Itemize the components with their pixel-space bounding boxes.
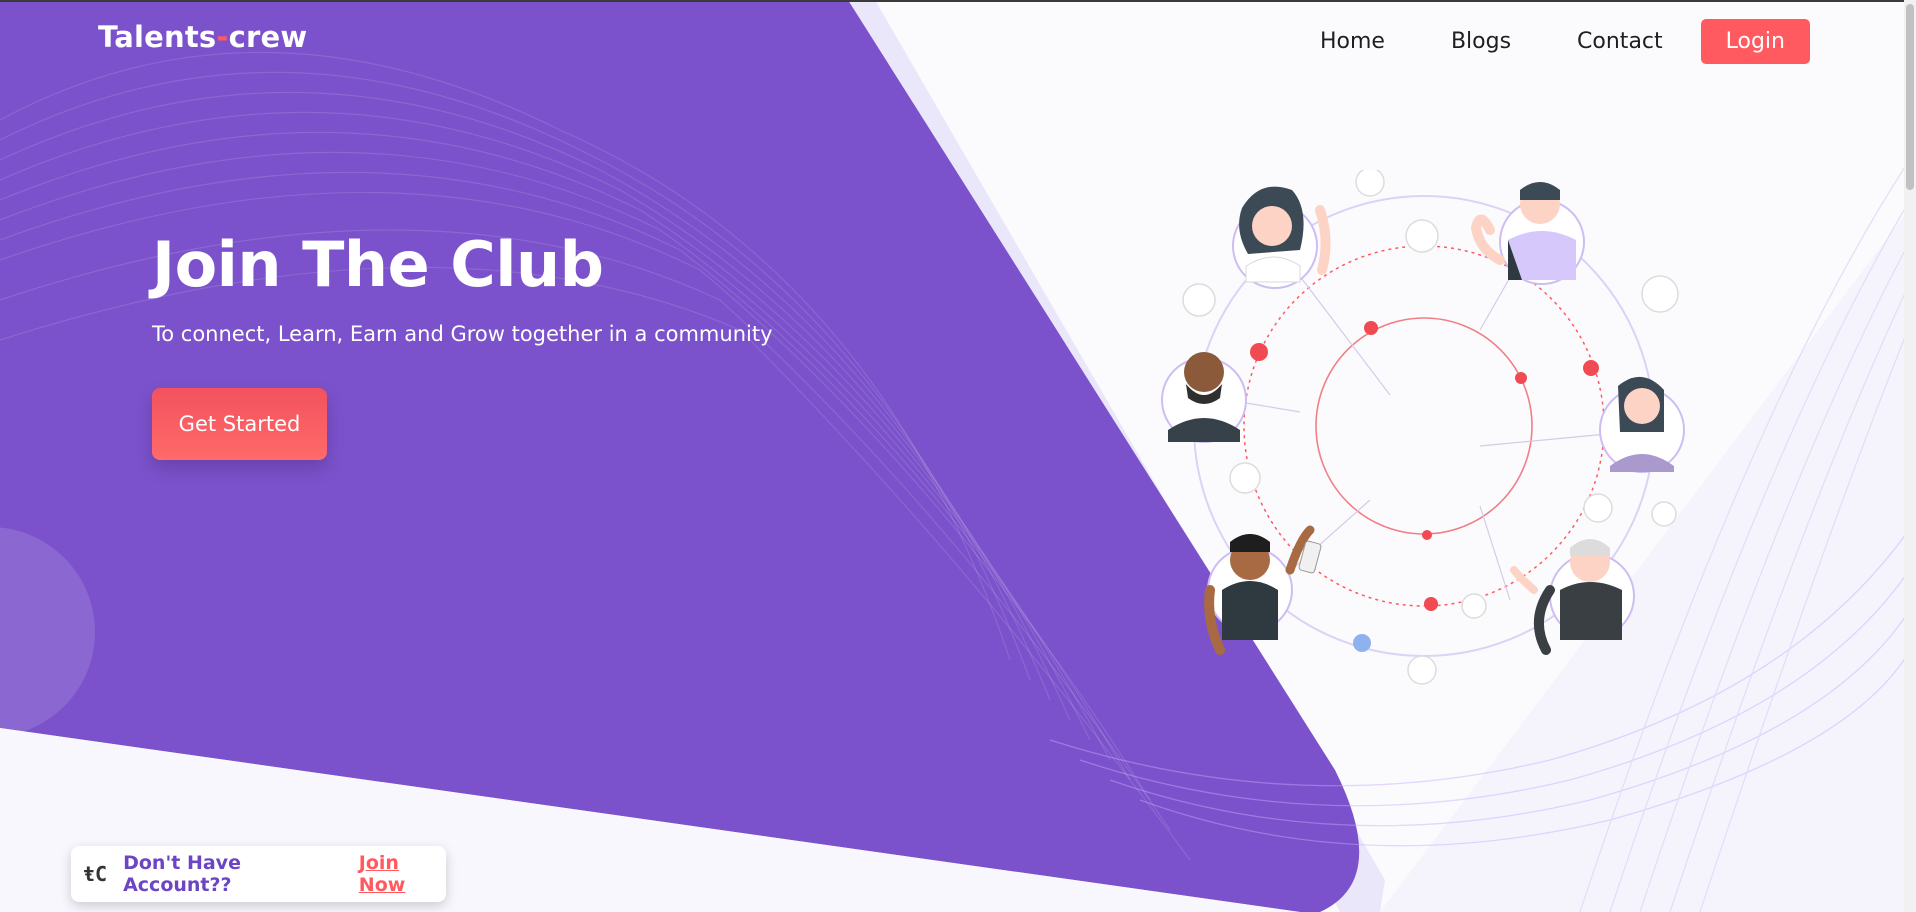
avatar-top-right: [1470, 182, 1585, 285]
brand-name-part2: crew: [228, 20, 308, 54]
join-now-card: ŧC Don't Have Account?? Join Now: [71, 846, 446, 902]
brand-logo[interactable]: Talents-crew: [98, 20, 307, 54]
like-icon: [1355, 170, 1385, 197]
nav-home-link[interactable]: Home: [1320, 29, 1385, 54]
nav-contact-link[interactable]: Contact: [1577, 29, 1663, 54]
hero-subtitle: To connect, Learn, Earn and Grow togethe…: [152, 322, 773, 346]
no-account-message: Don't Have Account??: [123, 852, 241, 896]
location-pin-icon: [1461, 593, 1487, 619]
play-icon: [1583, 493, 1613, 523]
cloud-icon: [1641, 275, 1679, 313]
mail-icon: [1229, 462, 1261, 494]
hero-title: Join The Club: [152, 228, 604, 301]
page-scrollbar[interactable]: [1904, 0, 1916, 912]
card-logo-icon: ŧC: [83, 862, 108, 886]
wifi-icon: [1651, 501, 1677, 527]
window-top-border: [0, 0, 1916, 2]
avatar-right: [1599, 376, 1685, 473]
hero-section: Join The Club To connect, Learn, Earn an…: [152, 228, 773, 347]
star-icon: [1407, 655, 1437, 685]
top-navigation: Home Blogs Contact Login: [1320, 19, 1810, 64]
scrollbar-thumb[interactable]: [1906, 4, 1914, 190]
login-button[interactable]: Login: [1700, 19, 1810, 64]
join-now-link[interactable]: Join Now: [359, 852, 446, 896]
user-icon: [1405, 219, 1439, 253]
get-started-button[interactable]: Get Started: [152, 388, 327, 460]
music-icon: [1182, 283, 1216, 317]
brand-separator: -: [216, 20, 229, 54]
nav-blogs-link[interactable]: Blogs: [1451, 29, 1511, 54]
brand-name-part1: Talents: [98, 20, 217, 54]
avatar-bottom-right: [1510, 539, 1635, 655]
avatar-top-left: [1232, 186, 1331, 289]
avatar-left: [1161, 352, 1247, 443]
community-network-illustration: [1161, 170, 1685, 685]
avatar-bottom-left: [1204, 525, 1322, 655]
